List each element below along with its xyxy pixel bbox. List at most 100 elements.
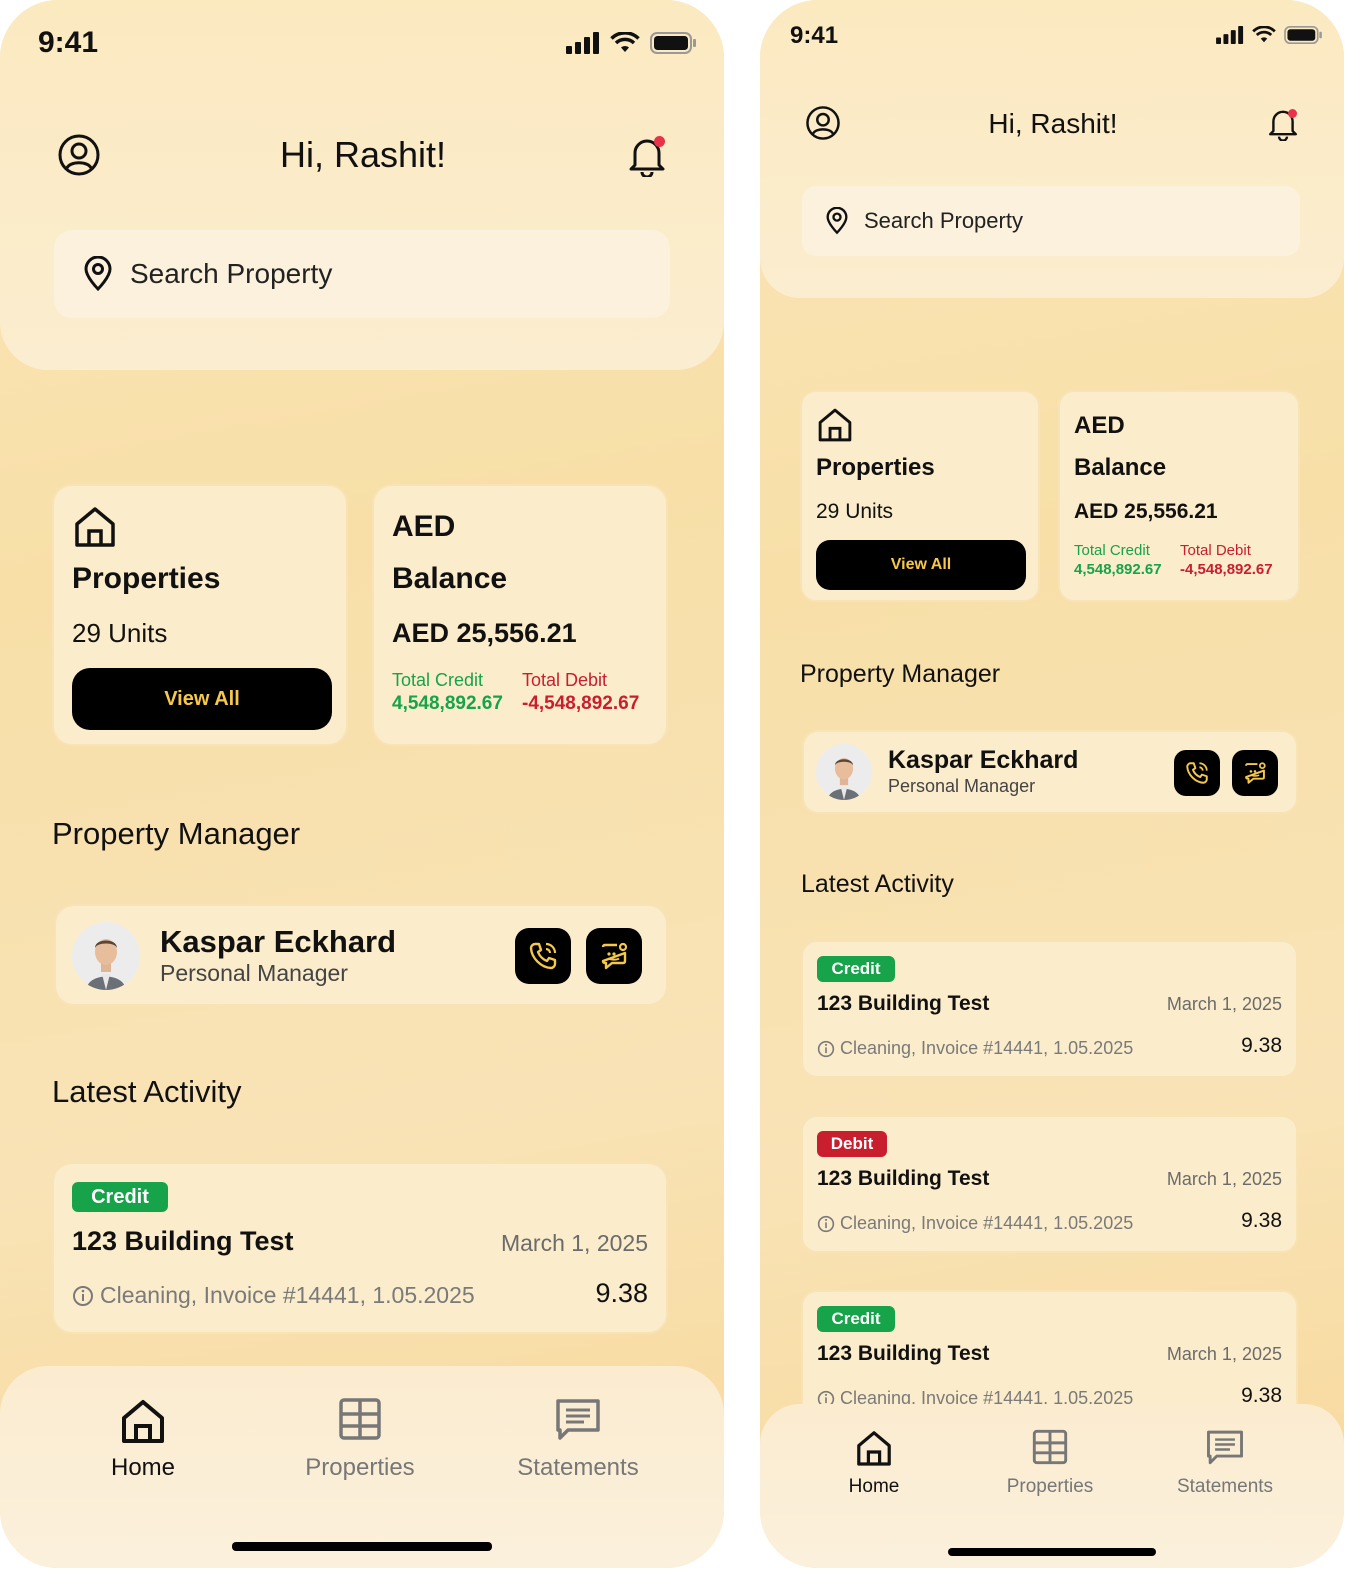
tab-statements[interactable]: Statements (1162, 1428, 1288, 1498)
manager-name: Kaspar Eckhard (888, 746, 1079, 774)
view-all-button[interactable]: View All (816, 540, 1026, 590)
currency-label: AED (1074, 412, 1125, 439)
activity-amount: 9.38 (1241, 1209, 1282, 1232)
greeting-title: Hi, Rashit! (988, 108, 1118, 139)
grid-icon (339, 1398, 381, 1440)
profile-button[interactable] (804, 104, 842, 142)
total-credit-value: 4,548,892.67 (1074, 561, 1162, 578)
info-icon (73, 1285, 93, 1306)
home-indicator (948, 1548, 1156, 1556)
notifications-button[interactable] (1264, 104, 1302, 142)
balance-amount: AED 25,556.21 (1074, 500, 1218, 523)
call-button[interactable] (1174, 750, 1220, 796)
activity-title: 123 Building Test (817, 1167, 990, 1190)
search-bar[interactable]: Search Property (54, 230, 670, 318)
house-icon (75, 507, 115, 547)
avatar (72, 922, 140, 990)
status-icons (1216, 26, 1322, 44)
info-icon (817, 1040, 835, 1057)
activity-date: March 1, 2025 (1166, 1169, 1282, 1189)
status-time: 9:41 (790, 22, 839, 49)
chat-icon (1245, 762, 1266, 784)
tab-properties[interactable]: Properties (290, 1396, 430, 1482)
search-input[interactable]: Search Property (864, 208, 1023, 234)
manager-card: Kaspar Eckhard Personal Manager (802, 730, 1298, 814)
view-all-button[interactable]: View All (72, 668, 332, 730)
tab-home[interactable]: Home (83, 1396, 203, 1482)
chat-button[interactable] (1232, 750, 1278, 796)
call-button[interactable] (515, 928, 571, 984)
credit-badge: Credit (817, 956, 895, 982)
credit-badge: Credit (72, 1182, 168, 1212)
activity-card[interactable]: Credit 123 Building Test March 1, 2025 C… (801, 940, 1298, 1078)
activity-date: March 1, 2025 (1166, 994, 1282, 1014)
search-input[interactable]: Search Property (130, 258, 332, 290)
wifi-icon (1252, 26, 1276, 43)
total-debit-label: Total Debit (1180, 542, 1251, 559)
credit-badge: Credit (817, 1306, 895, 1332)
activity-card[interactable]: Credit 123 Building Test March 1, 2025 C… (52, 1162, 668, 1334)
activity-title: 123 Building Test (817, 1342, 990, 1365)
activity-amount: 9.38 (1241, 1034, 1282, 1057)
phone-screen-home-scrolled: 9:41 Hi, Rashit! Search Property Propert… (760, 0, 1344, 1568)
message-icon (556, 1399, 600, 1440)
wifi-icon (610, 32, 640, 52)
notification-dot (654, 136, 665, 147)
location-pin-icon (84, 256, 112, 292)
activity-description: Cleaning, Invoice #14441, 1.05.2025 (817, 1213, 1133, 1234)
battery-icon (1284, 26, 1322, 44)
debit-badge: Debit (817, 1131, 887, 1157)
tab-home[interactable]: Home (824, 1428, 924, 1498)
tab-statements[interactable]: Statements (503, 1396, 653, 1482)
user-circle-icon (58, 134, 100, 176)
header-panel: 9:41 Hi, Rashit! Search Property (760, 0, 1344, 298)
phone-screen-home: 9:41 Hi, Rashit! Search Property Propert… (0, 0, 724, 1568)
info-icon (817, 1215, 835, 1232)
tab-properties[interactable]: Properties (990, 1428, 1110, 1498)
total-credit-label: Total Credit (1074, 542, 1150, 559)
home-icon (857, 1431, 891, 1466)
user-circle-icon (806, 106, 840, 140)
home-indicator (232, 1542, 492, 1551)
properties-card: Properties 29 Units View All (52, 484, 348, 746)
manager-card: Kaspar Eckhard Personal Manager (54, 904, 668, 1006)
signal-icon (566, 32, 599, 54)
balance-card: AED Balance AED 25,556.21 Total Credit 4… (1058, 390, 1300, 602)
activity-card[interactable]: Debit 123 Building Test March 1, 2025 Cl… (801, 1115, 1298, 1253)
balance-title: Balance (392, 562, 508, 595)
grid-icon (1032, 1429, 1068, 1465)
status-icons (566, 32, 696, 54)
activity-date: March 1, 2025 (1166, 1344, 1282, 1364)
manager-name: Kaspar Eckhard (160, 924, 397, 959)
greeting-title: Hi, Rashit! (279, 134, 447, 175)
status-time: 9:41 (38, 26, 99, 59)
house-icon (818, 408, 852, 442)
bottom-tab-bar: Home Properties Statements (0, 1366, 724, 1568)
balance-amount: AED 25,556.21 (392, 618, 577, 648)
latest-activity-heading: Latest Activity (801, 870, 954, 898)
manager-role: Personal Manager (160, 960, 348, 986)
bottom-tab-bar: Home Properties Statements (760, 1404, 1344, 1568)
activity-description: Cleaning, Invoice #14441, 1.05.2025 (72, 1282, 475, 1309)
properties-title: Properties (72, 562, 221, 595)
profile-button[interactable] (56, 132, 102, 178)
currency-label: AED (392, 510, 456, 543)
home-icon (122, 1400, 164, 1443)
search-bar[interactable]: Search Property (802, 186, 1300, 256)
balance-card: AED Balance AED 25,556.21 Total Credit 4… (372, 484, 668, 746)
phone-icon (1186, 762, 1208, 784)
message-icon (1207, 1430, 1243, 1465)
manager-role: Personal Manager (888, 776, 1036, 796)
total-debit-value: -4,548,892.67 (522, 693, 640, 714)
chat-button[interactable] (586, 928, 642, 984)
activity-title: 123 Building Test (817, 992, 990, 1015)
property-manager-heading: Property Manager (800, 660, 1001, 688)
activity-description: Cleaning, Invoice #14441, 1.05.2025 (817, 1038, 1133, 1059)
notification-dot (1288, 109, 1297, 118)
activity-amount: 9.38 (595, 1278, 648, 1308)
units-count: 29 Units (72, 618, 168, 648)
balance-title: Balance (1074, 454, 1167, 481)
phone-icon (529, 942, 557, 970)
units-count: 29 Units (816, 500, 894, 523)
header-panel: 9:41 Hi, Rashit! Search Property (0, 0, 724, 370)
